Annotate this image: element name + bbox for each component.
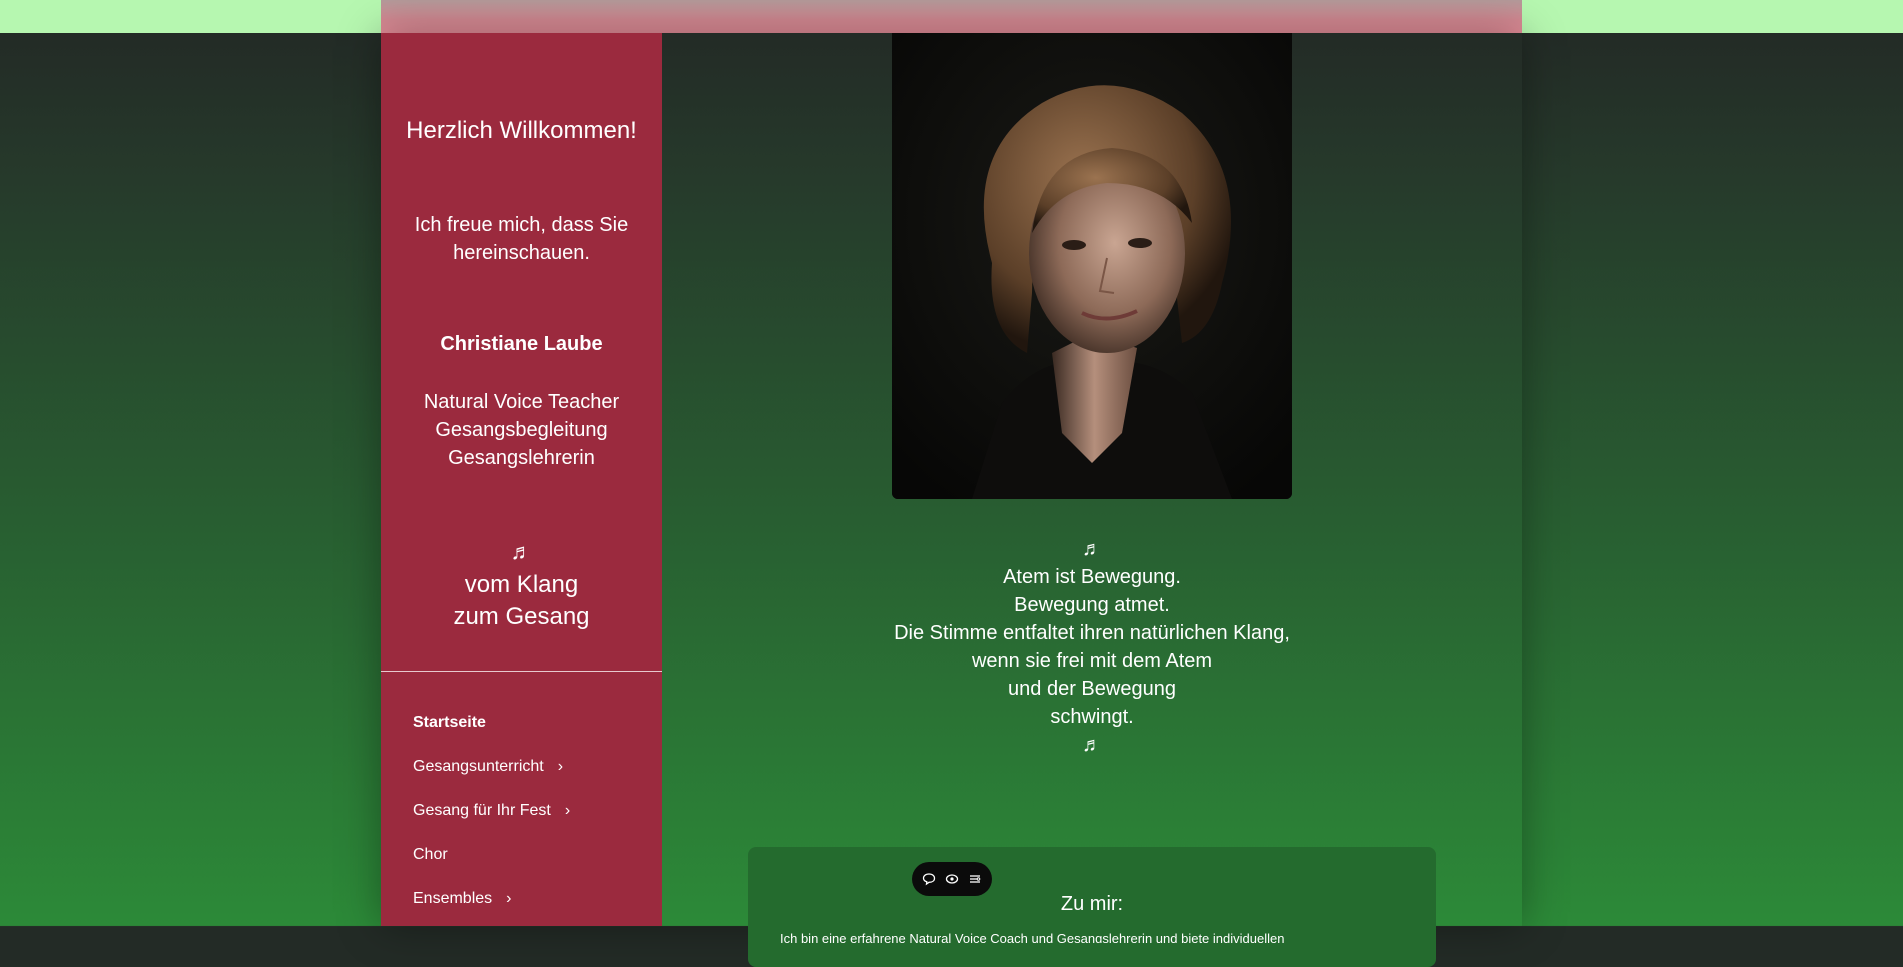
- nav-item-chor[interactable]: Chor: [413, 833, 653, 877]
- poem-line: und der Bewegung: [1008, 678, 1176, 700]
- chevron-right-icon: ›: [506, 890, 512, 907]
- nav-item-gesang-fuer-ihr-fest[interactable]: Gesang für Ihr Fest ›: [413, 789, 653, 833]
- role-line: Gesangslehrerin: [448, 447, 595, 469]
- poem-line: schwingt.: [1050, 706, 1134, 728]
- sidebar: Herzlich Willkommen! Ich freue mich, das…: [381, 33, 662, 926]
- role-line: Natural Voice Teacher: [423, 391, 620, 413]
- music-note-icon: ♬: [1082, 734, 1102, 756]
- poem-line: Die Stimme entfaltet ihren natürlichen K…: [894, 622, 1290, 644]
- motto: vom Klang zum Gesang: [453, 571, 590, 630]
- about-me-heading: Zu mir:: [1060, 893, 1124, 915]
- chevron-right-icon: ›: [564, 802, 571, 819]
- main-content: ♬ Atem ist Bewegung. Bewegung atmet. Die…: [662, 33, 1522, 967]
- teacher-roles: Natural Voice Teacher Gesangsbegleitung …: [381, 388, 662, 472]
- poem-line: Atem ist Bewegung.: [1003, 566, 1181, 588]
- about-me-text: Ich bin eine erfahrene Natural Voice Coa…: [780, 931, 1285, 943]
- portrait-photo: [892, 33, 1292, 499]
- sidebar-divider: [381, 671, 662, 672]
- chevron-right-icon: ›: [557, 758, 564, 775]
- teacher-name: Christiane Laube: [440, 333, 603, 355]
- welcome-heading: Herzlich Willkommen!: [406, 117, 637, 144]
- comment-icon[interactable]: [919, 869, 939, 889]
- list-settings-icon[interactable]: [965, 869, 985, 889]
- nav-item-gesangsunterricht[interactable]: Gesangsunterricht ›: [413, 745, 653, 789]
- nav-item-ensembles[interactable]: Ensembles ›: [413, 877, 653, 921]
- eye-icon[interactable]: [942, 869, 962, 889]
- nav-item-startseite[interactable]: Startseite: [413, 701, 653, 745]
- poem-line: Bewegung atmet.: [1014, 594, 1170, 616]
- floating-toolbar: [912, 862, 992, 896]
- poem: ♬ Atem ist Bewegung. Bewegung atmet. Die…: [792, 535, 1392, 759]
- music-note-icon: ♬: [510, 539, 533, 564]
- welcome-text: Ich freue mich, dass Sie hereinschauen.: [414, 214, 629, 264]
- poem-line: wenn sie frei mit dem Atem: [971, 650, 1213, 672]
- music-note-icon: ♬: [1082, 538, 1102, 560]
- about-me-box: Zu mir: Ich bin eine erfahrene Natural V…: [748, 847, 1436, 967]
- role-line: Gesangsbegleitung: [435, 419, 608, 441]
- header-banner: [381, 0, 1522, 33]
- main-navigation: Startseite Gesangsunterricht › Gesang fü…: [413, 701, 653, 921]
